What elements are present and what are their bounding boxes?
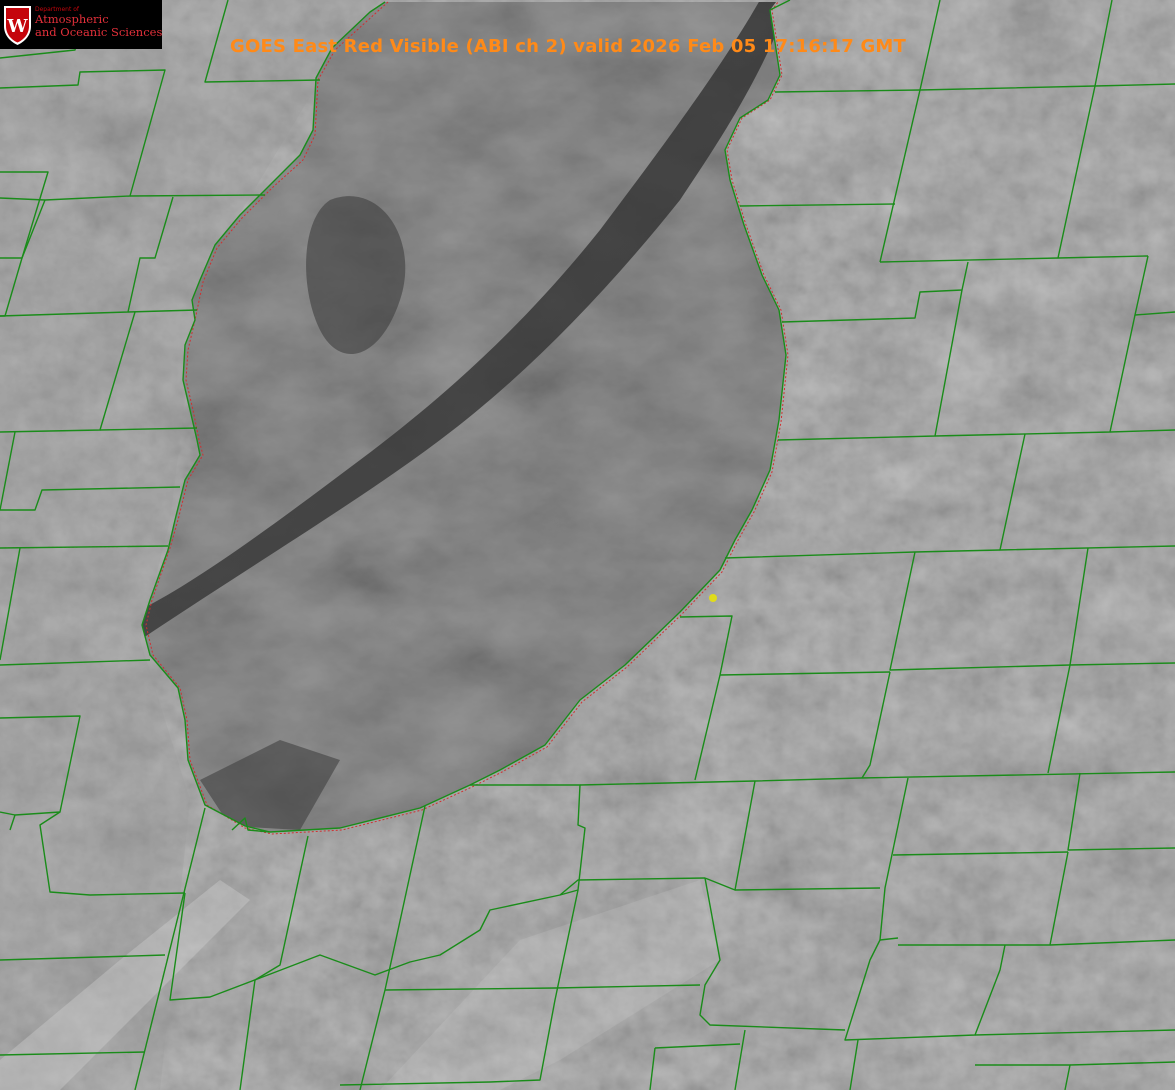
uw-aos-logo[interactable]: W Department of Atmospheric and Oceanic …: [0, 0, 162, 49]
uw-crest-icon: W: [4, 6, 31, 45]
seal-letter: W: [6, 16, 28, 37]
station-marker[interactable]: [709, 594, 717, 602]
satellite-map[interactable]: [0, 0, 1175, 1090]
logo-name-line2: and Oceanic Sciences: [35, 25, 163, 39]
image-title: GOES East Red Visible (ABI ch 2) valid 2…: [230, 36, 907, 57]
